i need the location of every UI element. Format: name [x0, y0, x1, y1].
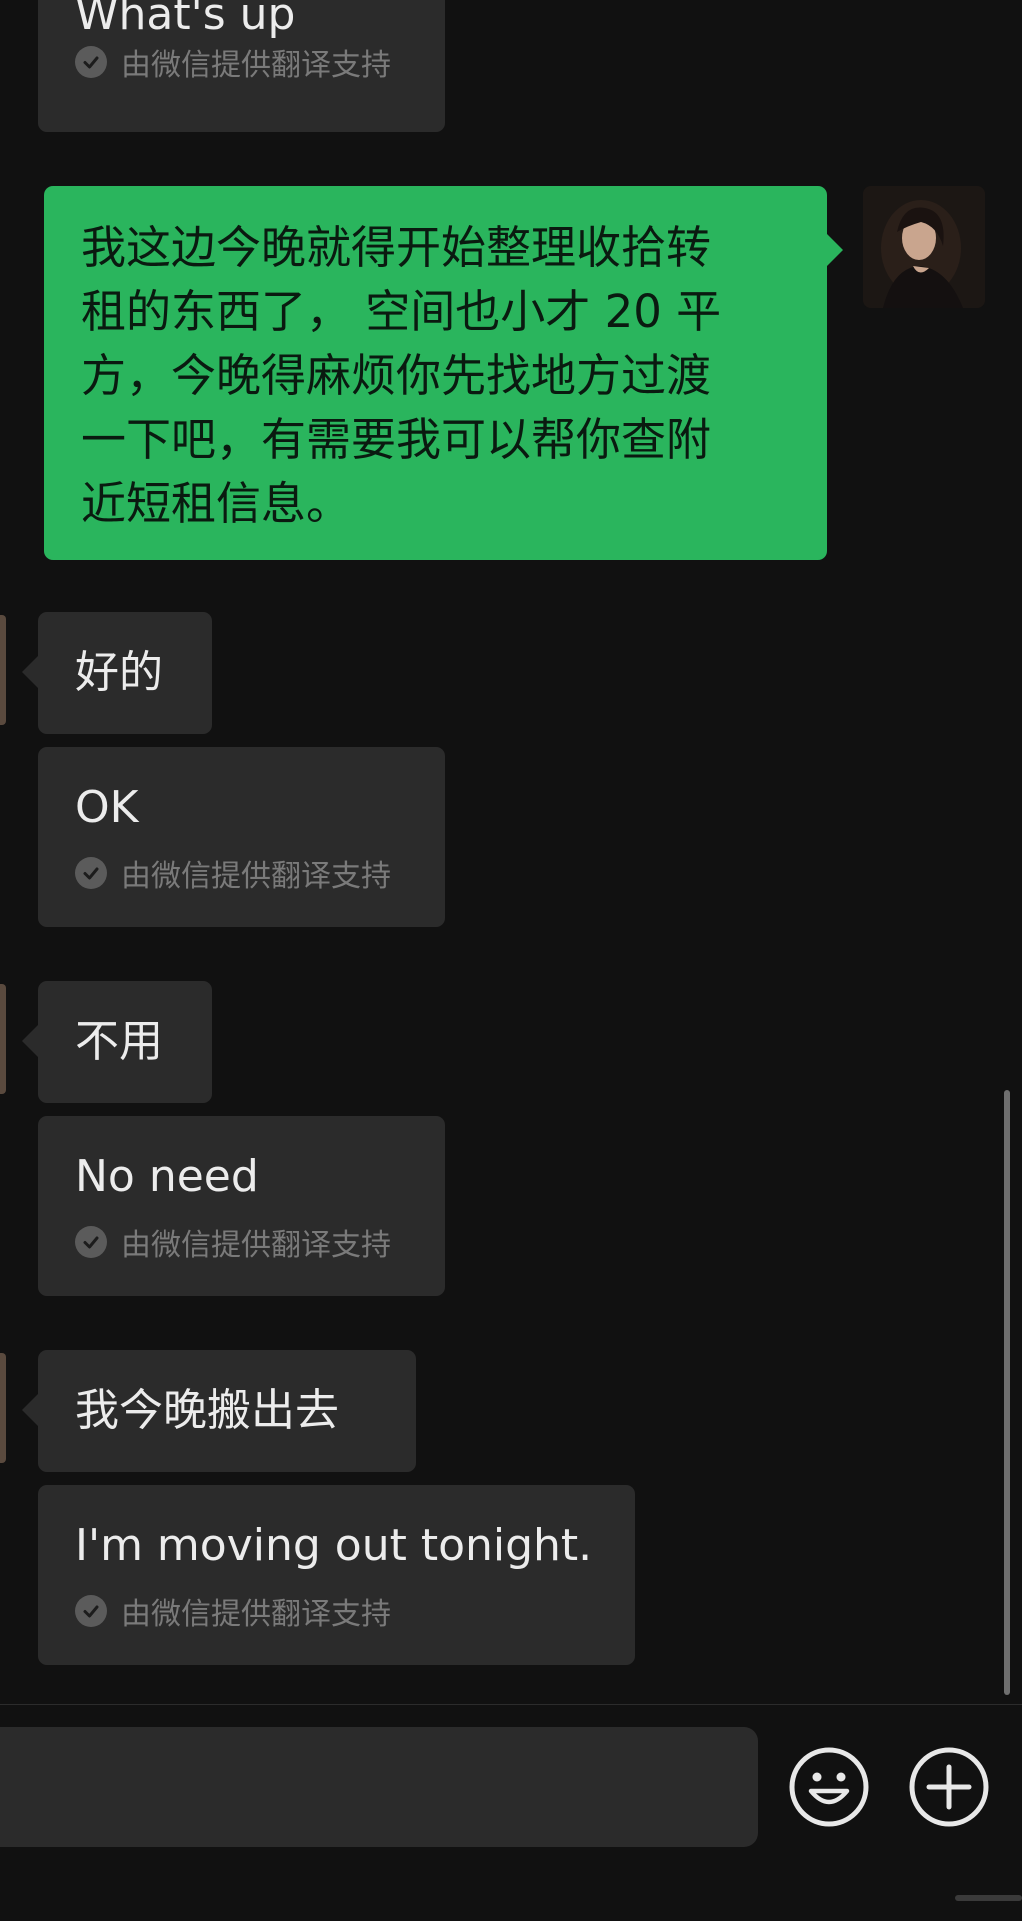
translation-note: 由微信提供翻译支持: [75, 855, 391, 894]
avatar-photo: [863, 186, 985, 308]
translation-bubble[interactable]: I'm moving out tonight. 由微信提供翻译支持: [38, 1485, 635, 1665]
translation-note: 由微信提供翻译支持: [75, 1593, 391, 1632]
translation-bubble[interactable]: OK 由微信提供翻译支持: [38, 747, 445, 927]
check-icon: [75, 857, 107, 889]
translation-note-label: 由微信提供翻译支持: [121, 1228, 391, 1263]
translation-text: I'm moving out tonight.: [75, 1520, 593, 1571]
other-message-bubble[interactable]: 我今晚搬出去: [22, 1350, 416, 1472]
other-avatar[interactable]: [0, 984, 6, 1094]
translation-note-label: 由微信提供翻译支持: [121, 1597, 391, 1632]
other-message-text: 我今晚搬出去: [75, 1385, 339, 1436]
plus-button[interactable]: [909, 1747, 989, 1827]
translation-text: OK: [75, 782, 139, 833]
emoji-button[interactable]: [789, 1747, 869, 1827]
self-message-bubble[interactable]: 我这边今晚就得开始整理收拾转 租的东西了， 空间也小才 20 平 方，今晚得麻烦…: [44, 186, 843, 560]
translation-note: 由微信提供翻译支持: [75, 44, 391, 83]
check-icon: [75, 1226, 107, 1258]
other-avatar[interactable]: [0, 1353, 6, 1463]
bubble-tail: [827, 234, 843, 266]
check-icon: [75, 1595, 107, 1627]
other-message-text: 不用: [75, 1016, 163, 1067]
self-message-text: 我这边今晚就得开始整理收拾转 租的东西了， 空间也小才 20 平 方，今晚得麻烦…: [81, 221, 722, 530]
other-message-bubble[interactable]: 不用: [22, 981, 212, 1103]
bubble-tail: [22, 1025, 38, 1057]
plus-icon: [909, 1747, 989, 1827]
scrollbar[interactable]: [1004, 1090, 1010, 1695]
bubble-tail: [22, 1394, 38, 1426]
bubble-tail: [22, 656, 38, 688]
check-icon: [75, 46, 107, 78]
translation-note: 由微信提供翻译支持: [75, 1224, 391, 1263]
message-input[interactable]: [0, 1727, 758, 1847]
input-divider: [0, 1704, 1022, 1705]
self-avatar[interactable]: [863, 186, 985, 308]
emoji-icon: [789, 1747, 869, 1827]
translation-text: No need: [75, 1151, 259, 1202]
translation-note-label: 由微信提供翻译支持: [121, 859, 391, 894]
other-message-bubble[interactable]: 好的: [22, 612, 212, 734]
translation-note-label: 由微信提供翻译支持: [121, 48, 391, 83]
other-message-text: 好的: [75, 647, 163, 698]
translation-text: What's up: [75, 0, 296, 40]
other-avatar[interactable]: [0, 615, 6, 725]
watermark: [955, 1888, 1022, 1901]
translation-bubble[interactable]: No need 由微信提供翻译支持: [38, 1116, 445, 1296]
translation-bubble[interactable]: What's up 由微信提供翻译支持: [38, 0, 445, 132]
